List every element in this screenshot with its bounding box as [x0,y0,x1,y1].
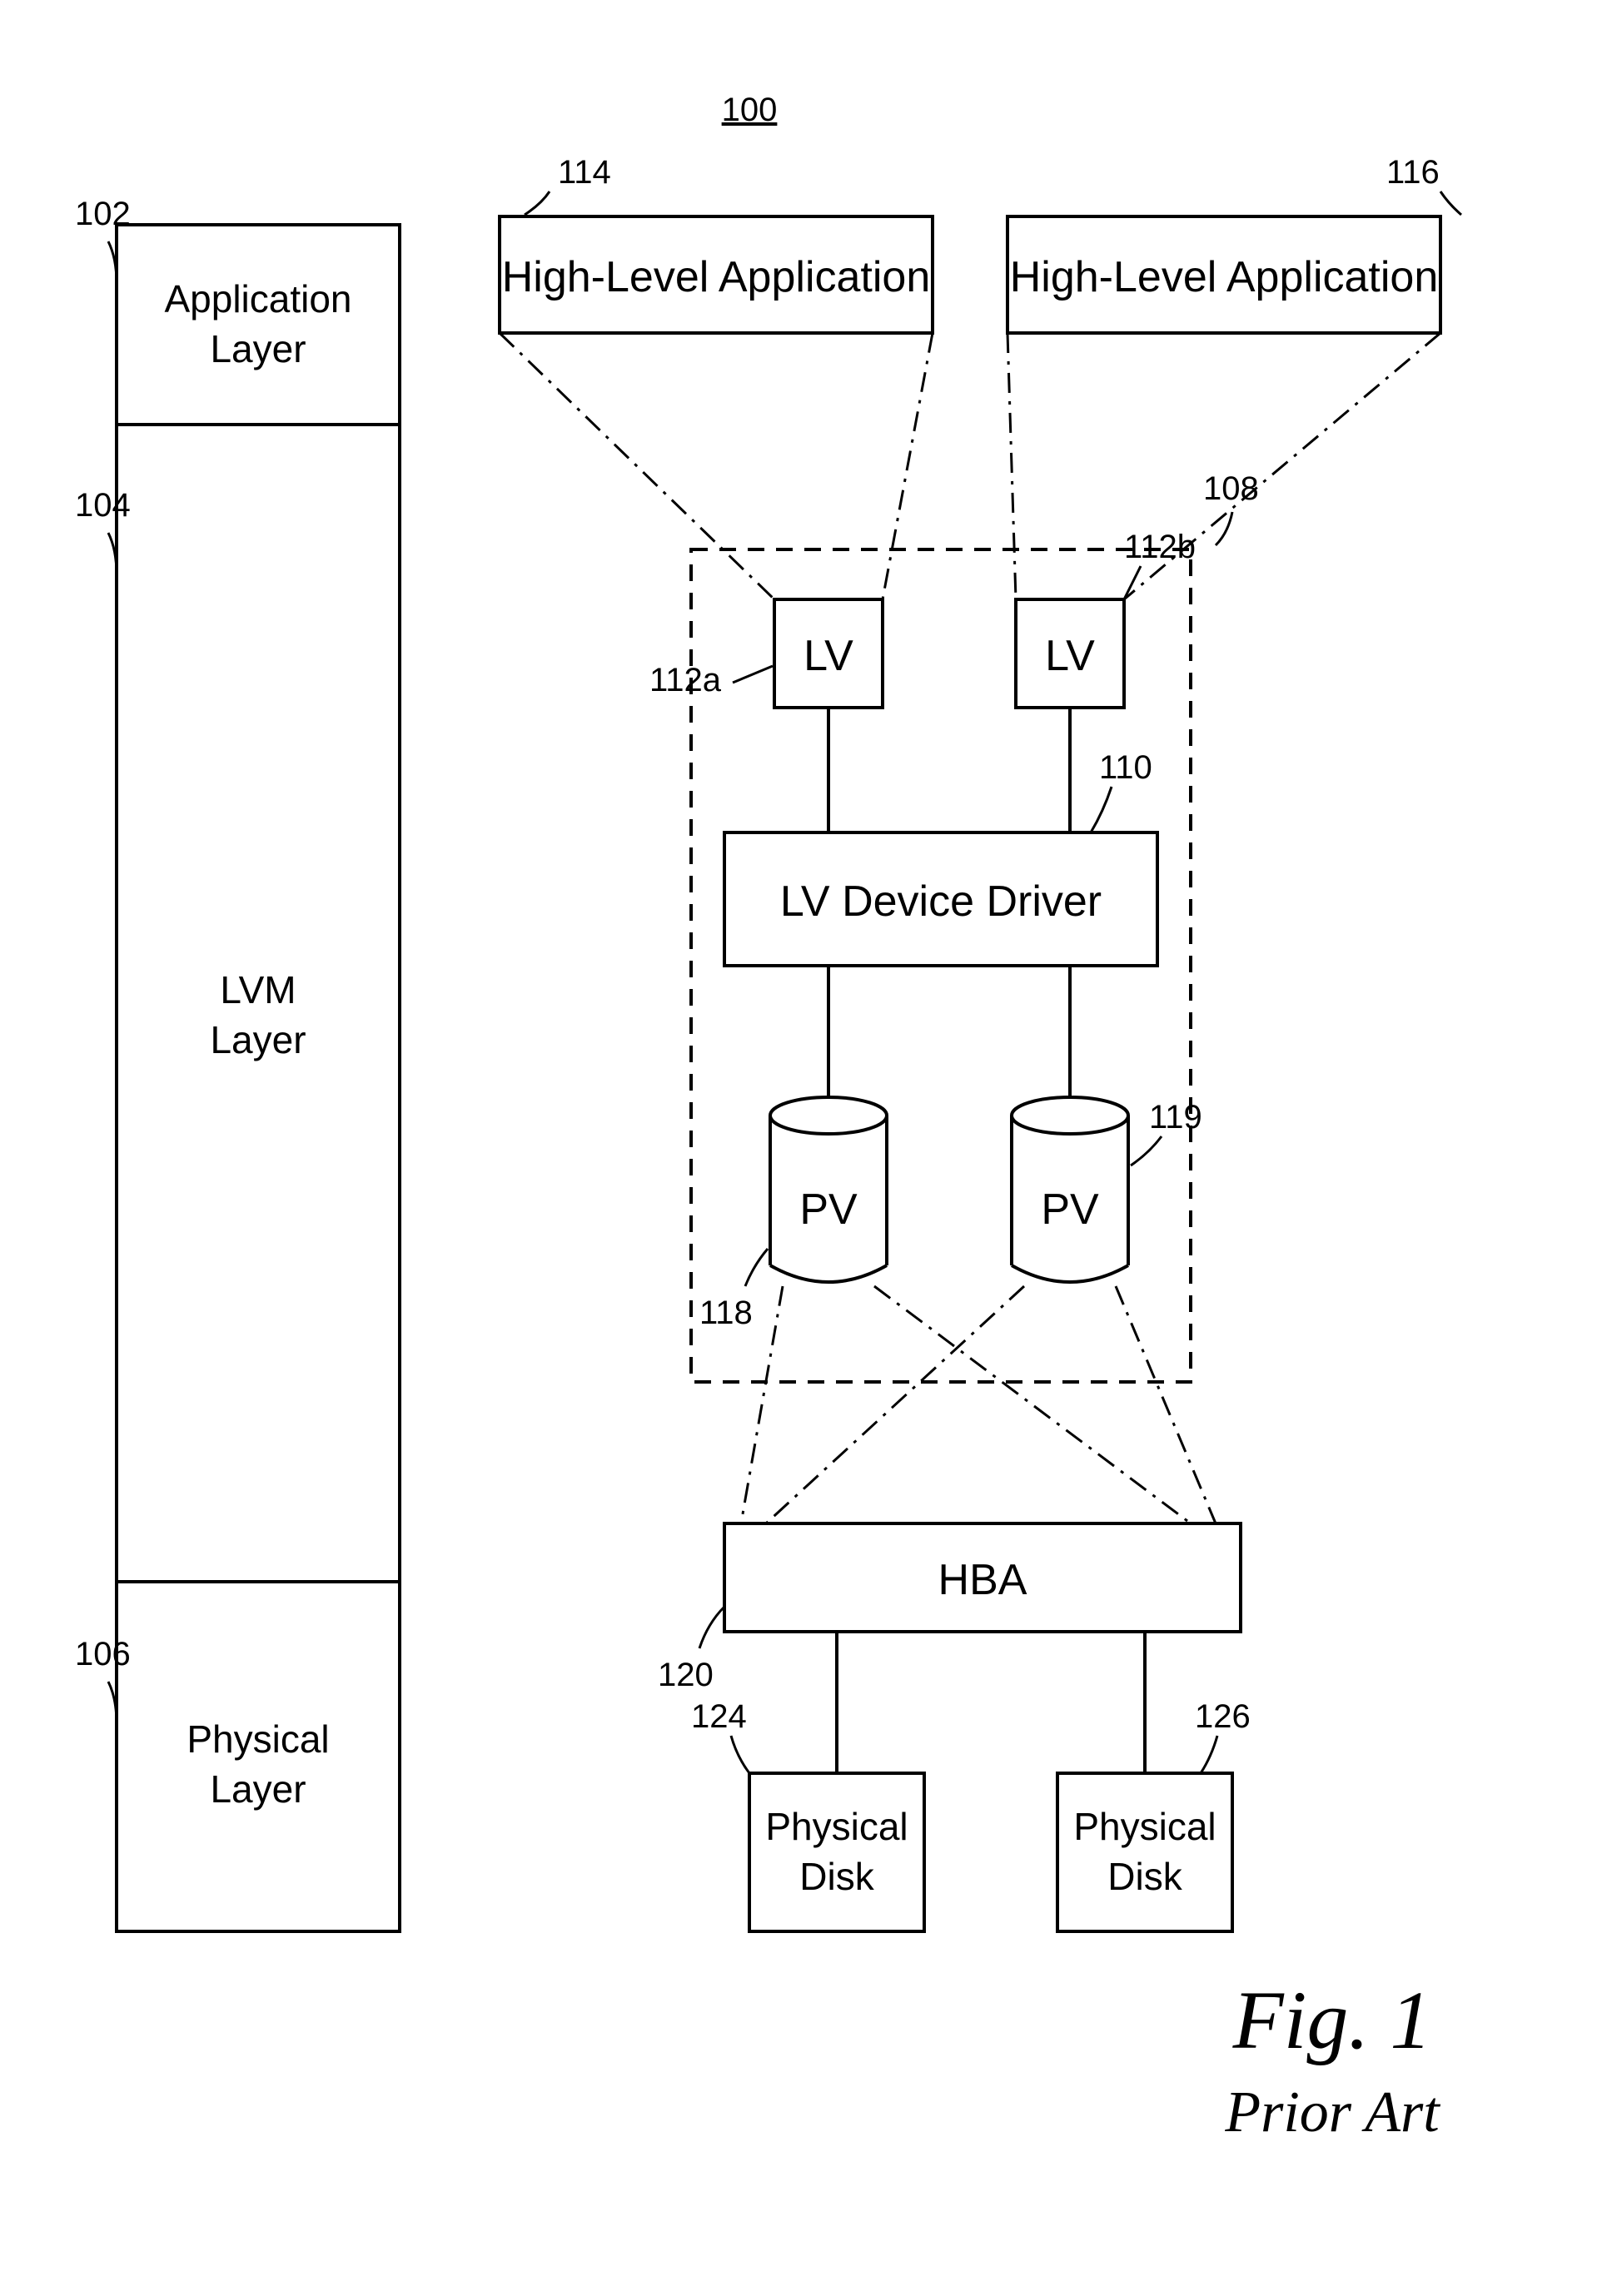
caption-fig: Fig. 1 [1232,1974,1432,2066]
app-a-ref: 114 [558,154,611,191]
app-layer-label1: Application [164,277,351,321]
app-b-label: High-Level Application [1010,253,1439,301]
pv-b-ref: 119 [1149,1099,1202,1136]
phys-layer-label2: Layer [210,1767,306,1811]
disk-b-ref: 126 [1195,1698,1251,1735]
app-a-label: High-Level Application [502,253,931,301]
app-b-ref: 116 [1386,154,1440,191]
pv-a: PV [770,1097,887,1282]
pv-a-label: PV [799,1185,858,1234]
lvm-layer-label2: Layer [210,1018,306,1061]
disk-b-box [1057,1773,1232,1931]
lv-a-label: LV [803,632,853,680]
disk-a-label2: Disk [799,1855,874,1898]
lvm-layer-ref: 104 [75,487,131,524]
disk-a-label1: Physical [765,1805,908,1848]
hba-label: HBA [938,1556,1027,1604]
app-layer-ref: 102 [75,196,131,232]
app-layer-label2: Layer [210,327,306,370]
driver-label: LV Device Driver [780,877,1102,926]
lv-b-label: LV [1045,632,1095,680]
figure-ref: 100 [722,92,778,128]
pv-a-ref: 118 [699,1295,753,1331]
hba-ref: 120 [658,1657,714,1693]
lv-b-ref: 112b [1124,529,1196,565]
pv-b: PV [1012,1097,1128,1282]
disk-b-label1: Physical [1073,1805,1216,1848]
caption-prior: Prior Art [1224,2080,1440,2144]
driver-ref: 110 [1099,749,1152,786]
lvm-group-ref: 108 [1203,470,1259,507]
disk-a-ref: 124 [691,1698,747,1735]
layer-column: Application Layer LVM Layer Physical Lay… [117,225,400,1931]
lvm-layer-label1: LVM [220,968,296,1011]
disk-b-label2: Disk [1107,1855,1182,1898]
pv-b-label: PV [1041,1185,1099,1234]
lv-a-ref: 112a [649,662,722,698]
phys-layer-ref: 106 [75,1636,131,1672]
disk-a-box [749,1773,924,1931]
phys-layer-label1: Physical [187,1717,329,1761]
